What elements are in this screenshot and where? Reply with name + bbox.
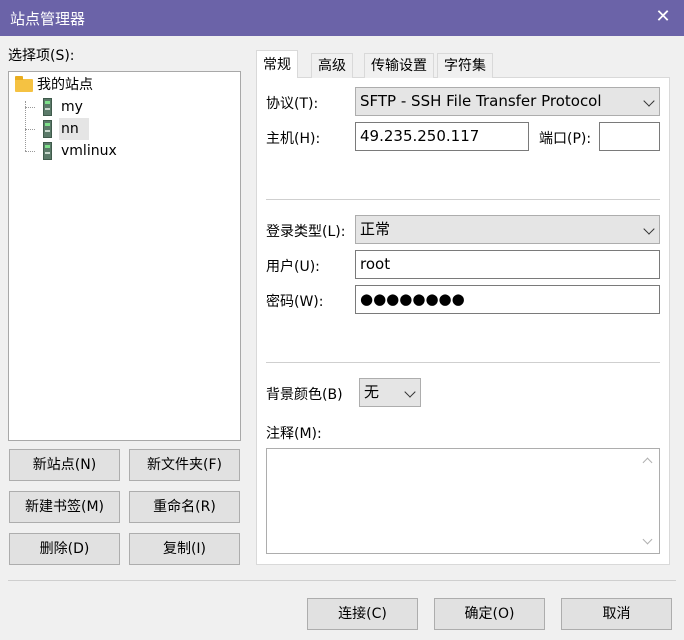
- port-input[interactable]: [599, 122, 660, 151]
- tree-item-nn[interactable]: nn: [39, 119, 119, 139]
- tab-transfer-settings[interactable]: 传输设置: [364, 53, 434, 78]
- tab-advanced[interactable]: 高级: [311, 53, 353, 78]
- footer-separator: [8, 580, 676, 581]
- rename-button[interactable]: 重命名(R): [129, 491, 240, 523]
- protocol-value: SFTP - SSH File Transfer Protocol: [360, 92, 602, 110]
- folder-icon: [15, 76, 33, 92]
- port-label: 端口(P):: [539, 131, 592, 147]
- cancel-button[interactable]: 取消: [561, 598, 672, 630]
- delete-button[interactable]: 删除(D): [9, 533, 120, 565]
- tree-item-vmlinux[interactable]: vmlinux: [39, 141, 159, 161]
- tree-item-my[interactable]: my: [39, 97, 119, 117]
- scroll-up-icon[interactable]: [642, 457, 653, 468]
- background-color-label: 背景颜色(B): [266, 387, 343, 403]
- tab-general[interactable]: 常规: [256, 50, 298, 78]
- tree-item-label: nn: [61, 121, 79, 137]
- window-title: 站点管理器: [10, 10, 86, 28]
- logon-type-label: 登录类型(L):: [266, 224, 346, 240]
- tree-root-label: 我的站点: [37, 77, 93, 93]
- server-icon: [43, 98, 52, 116]
- tree-connector: [25, 101, 26, 151]
- separator: [266, 362, 660, 363]
- connect-button[interactable]: 连接(C): [307, 598, 418, 630]
- scroll-down-icon[interactable]: [642, 534, 653, 545]
- tree-connector: [25, 151, 35, 152]
- tree-connector: [25, 129, 35, 130]
- new-folder-button[interactable]: 新文件夹(F): [129, 449, 240, 481]
- new-site-button[interactable]: 新站点(N): [9, 449, 120, 481]
- new-bookmark-button[interactable]: 新建书签(M): [9, 491, 120, 523]
- protocol-select[interactable]: SFTP - SSH File Transfer Protocol: [355, 87, 660, 116]
- copy-button[interactable]: 复制(I): [129, 533, 240, 565]
- user-input[interactable]: root: [355, 250, 660, 279]
- chevron-down-icon: [404, 386, 416, 398]
- host-label: 主机(H):: [266, 131, 321, 147]
- ok-button[interactable]: 确定(O): [434, 598, 545, 630]
- site-manager-window: 站点管理器 ✕ 选择项(S): 我的站点 my nn vmlinux 新站点(N…: [0, 0, 684, 640]
- close-icon[interactable]: ✕: [650, 4, 676, 30]
- background-color-select[interactable]: 无: [359, 378, 421, 407]
- tree-root-my-sites[interactable]: 我的站点: [15, 75, 135, 95]
- server-icon: [43, 142, 52, 160]
- logon-type-value: 正常: [360, 220, 391, 238]
- tab-charset[interactable]: 字符集: [437, 53, 493, 78]
- select-entry-label: 选择项(S):: [8, 48, 75, 64]
- tree-item-label: my: [61, 99, 83, 115]
- title-bar: 站点管理器 ✕: [0, 0, 684, 36]
- chevron-down-icon: [643, 223, 655, 235]
- user-label: 用户(U):: [266, 259, 320, 275]
- tree-item-label: vmlinux: [61, 143, 117, 159]
- password-label: 密码(W):: [266, 294, 324, 310]
- password-input[interactable]: ●●●●●●●●: [355, 285, 660, 314]
- server-icon: [43, 120, 52, 138]
- logon-type-select[interactable]: 正常: [355, 215, 660, 244]
- separator: [266, 199, 660, 200]
- background-color-value: 无: [364, 383, 380, 401]
- comments-textarea[interactable]: [266, 448, 660, 554]
- host-input[interactable]: 49.235.250.117: [355, 122, 529, 151]
- chevron-down-icon: [643, 95, 655, 107]
- site-tree[interactable]: 我的站点 my nn vmlinux: [8, 71, 241, 441]
- tree-connector: [25, 107, 35, 108]
- comments-label: 注释(M):: [266, 426, 322, 442]
- protocol-label: 协议(T):: [266, 96, 319, 112]
